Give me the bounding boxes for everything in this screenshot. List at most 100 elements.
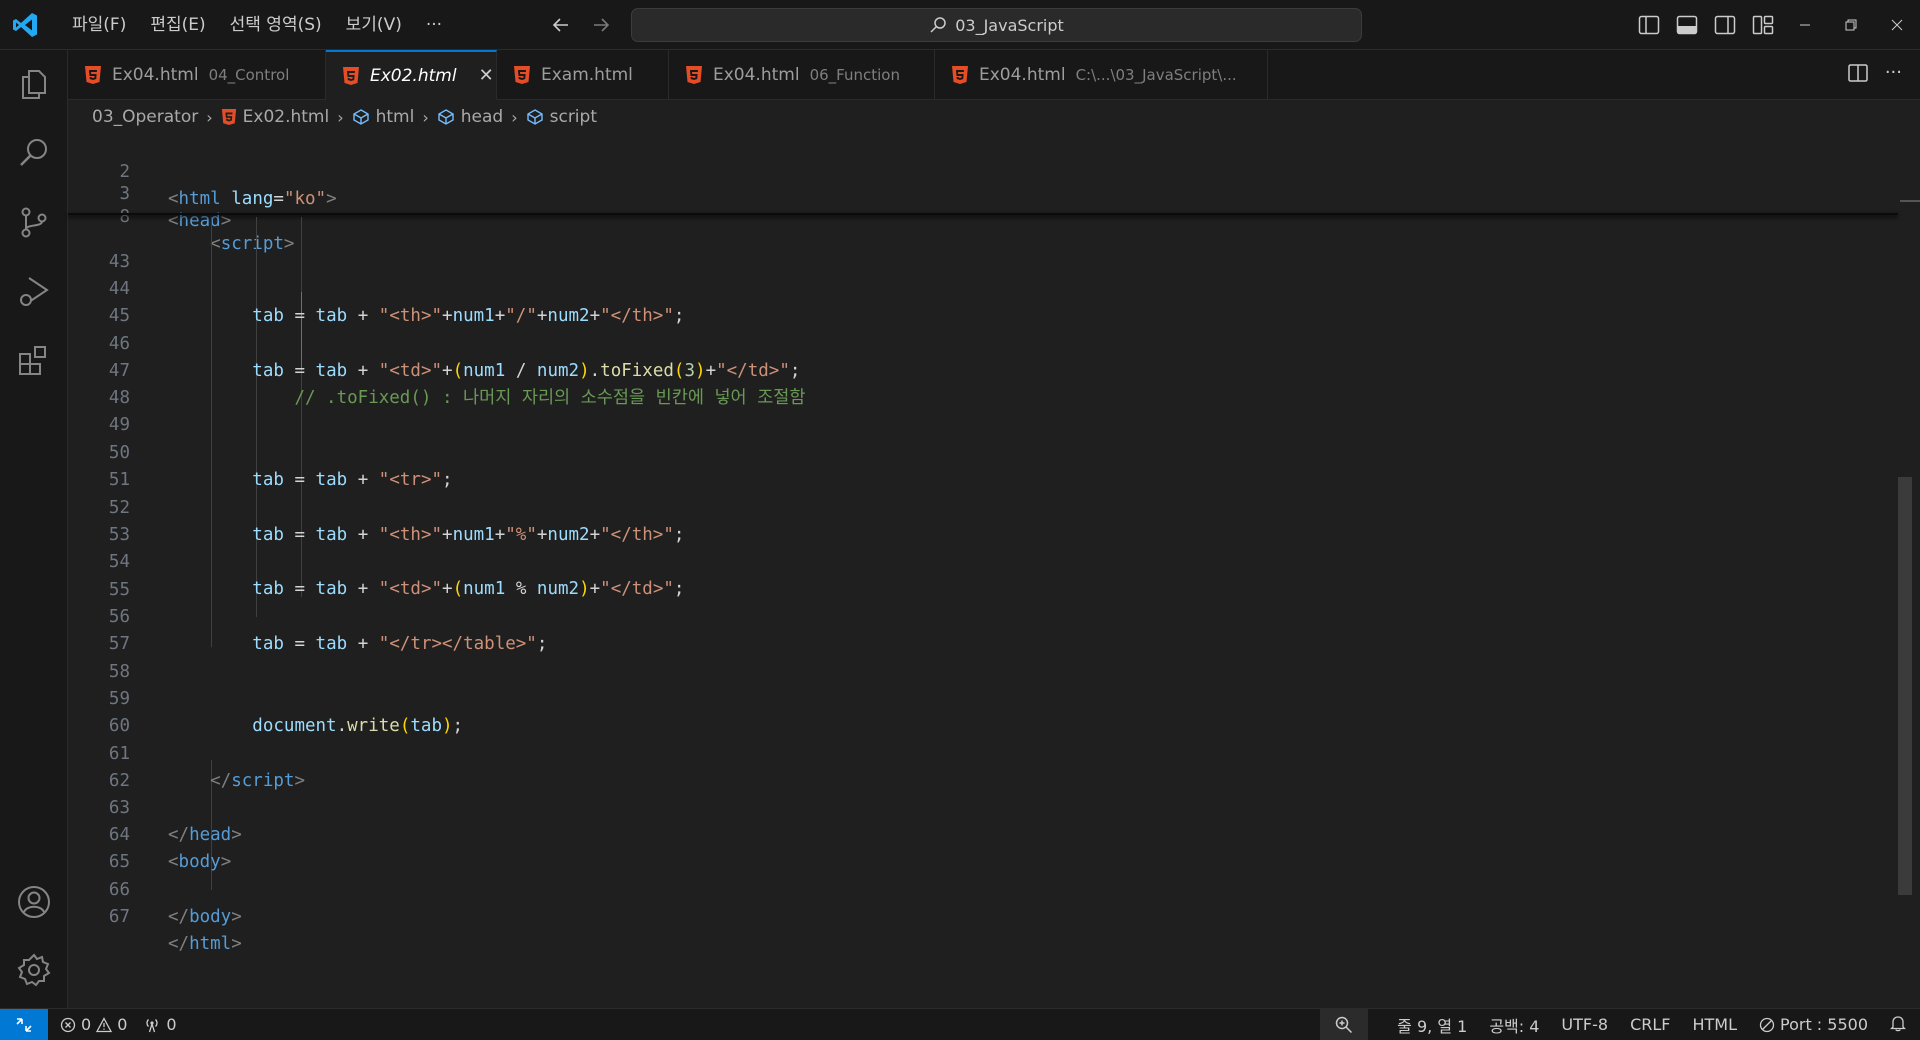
command-center-search[interactable]: 03_JavaScript <box>631 8 1362 42</box>
tab-ex04-function[interactable]: Ex04.html 06_Function <box>669 50 935 100</box>
html-file-icon <box>686 66 702 84</box>
explorer-icon[interactable] <box>14 64 54 104</box>
minimize-icon[interactable] <box>1782 0 1828 50</box>
code-line[interactable]: 49 <box>68 385 1898 435</box>
tab-filename: Ex04.html <box>979 65 1066 85</box>
run-debug-icon[interactable] <box>14 271 54 311</box>
navigation-arrows <box>548 12 614 38</box>
code-line[interactable]: 48 <box>68 358 1898 408</box>
broadcast-icon <box>146 1018 159 1032</box>
extensions-icon[interactable] <box>14 340 54 380</box>
tab-description: 04_Control <box>208 66 290 84</box>
toggle-panel-icon[interactable] <box>1674 12 1700 38</box>
code-line[interactable]: 55 <box>68 550 1898 600</box>
breadcrumb-html-label: html <box>375 107 415 127</box>
code-line[interactable]: 58 <box>68 632 1898 682</box>
code-line[interactable]: 63 </head> <box>68 768 1898 845</box>
ports-count: 0 <box>166 1015 177 1034</box>
tab-ex04-control[interactable]: Ex04.html 04_Control <box>68 50 326 100</box>
language-mode[interactable]: HTML <box>1692 1015 1737 1034</box>
line-number: 67 <box>108 907 130 927</box>
breadcrumb-script[interactable]: script <box>526 107 597 127</box>
chevron-right-icon: › <box>206 107 213 127</box>
code-line[interactable]: 61 </script> <box>68 714 1898 791</box>
vscode-logo-icon[interactable] <box>10 10 40 40</box>
code-line[interactable]: 52 tab = tab + "<th>"+num1+"%"+num2+"</t… <box>68 468 1898 545</box>
tab-filename: Exam.html <box>541 65 633 85</box>
code-line[interactable]: 66 </body> <box>68 850 1898 927</box>
encoding[interactable]: UTF-8 <box>1561 1015 1608 1034</box>
vertical-scrollbar[interactable] <box>1898 132 1912 1008</box>
code-line[interactable]: 44 tab = tab + "<th>"+num1+"/"+num2+"</t… <box>68 249 1898 326</box>
close-window-icon[interactable] <box>1874 0 1920 50</box>
code-line[interactable]: 67 </html> <box>68 877 1898 954</box>
code-line[interactable]: 53 <box>68 495 1898 545</box>
cursor-position[interactable]: 줄 9, 열 1 <box>1397 1013 1467 1037</box>
code-line[interactable]: 45 <box>68 276 1898 326</box>
code-editor[interactable]: 2 <html lang="ko"> 3 <head> 8 <script> 4… <box>68 132 1920 1008</box>
zoom-indicator[interactable] <box>1320 1009 1368 1040</box>
status-right: 줄 9, 열 1 공백: 4 UTF-8 CRLF HTML Port : 55… <box>1397 1009 1907 1040</box>
ports-indicator[interactable]: 0 <box>143 1015 177 1034</box>
menu-more[interactable]: ··· <box>414 9 454 41</box>
breadcrumb-file-label: Ex02.html <box>242 107 330 127</box>
code-line[interactable]: 47 // .toFixed() : 나머지 자리의 소수점을 빈칸에 넣어 조… <box>68 331 1898 408</box>
back-arrow-icon[interactable] <box>548 12 574 38</box>
settings-gear-icon[interactable] <box>14 950 54 990</box>
status-left: 0 0 0 <box>60 1009 177 1040</box>
html-file-icon <box>952 66 968 84</box>
code-line[interactable]: 64 <body> <box>68 795 1898 872</box>
tab-exam[interactable]: Exam.html <box>497 50 669 100</box>
tab-ex02-active[interactable]: Ex02.html ✕ <box>326 50 497 100</box>
more-actions-icon[interactable]: ··· <box>1885 62 1902 88</box>
menu-bar: 파일(F) 편집(E) 선택 영역(S) 보기(V) ··· <box>60 0 454 50</box>
window-controls <box>1782 0 1920 50</box>
split-editor-icon[interactable] <box>1847 62 1869 88</box>
code-line[interactable]: 57 <box>68 604 1898 654</box>
live-server-port[interactable]: Port : 5500 <box>1759 1015 1868 1034</box>
accounts-icon[interactable] <box>14 882 54 922</box>
status-bar: 0 0 0 줄 9, 열 1 공백: 4 UTF-8 CRLF HTML Por… <box>0 1008 1920 1040</box>
toggle-secondary-sidebar-icon[interactable] <box>1712 12 1738 38</box>
end-of-line[interactable]: CRLF <box>1630 1015 1670 1034</box>
remote-indicator-icon[interactable] <box>0 1009 48 1040</box>
code-text: </body> <box>168 907 242 927</box>
menu-edit[interactable]: 편집(E) <box>138 9 217 41</box>
code-line[interactable]: 50 tab = tab + "<tr>"; <box>68 413 1898 490</box>
breadcrumb-head[interactable]: head <box>437 107 503 127</box>
tab-filename: Ex04.html <box>112 65 199 85</box>
notifications-bell-icon[interactable] <box>1889 1014 1907 1036</box>
code-line[interactable]: 60 <box>68 686 1898 736</box>
code-line[interactable]: 46 tab = tab + "<td>"+(num1 / num2).toFi… <box>68 304 1898 381</box>
indentation[interactable]: 공백: 4 <box>1489 1013 1539 1037</box>
toggle-primary-sidebar-icon[interactable] <box>1636 12 1662 38</box>
search-sidebar-icon[interactable] <box>14 133 54 173</box>
customize-layout-icon[interactable] <box>1750 12 1776 38</box>
breadcrumb-file[interactable]: Ex02.html <box>221 107 330 127</box>
code-line[interactable]: 59 document.write(tab); <box>68 659 1898 736</box>
symbol-element-icon <box>438 109 454 125</box>
tab-actions: ··· <box>1847 62 1902 88</box>
code-line[interactable]: 51 <box>68 440 1898 490</box>
search-text: 03_JavaScript <box>955 15 1064 35</box>
html-file-icon <box>85 66 101 84</box>
sticky-line[interactable]: 8 <script> <box>68 177 1898 254</box>
breadcrumb-folder[interactable]: 03_Operator <box>92 107 198 127</box>
code-line[interactable]: 54 tab = tab + "<td>"+(num1 % num2)+"</t… <box>68 522 1898 599</box>
source-control-icon[interactable] <box>14 202 54 242</box>
menu-file[interactable]: 파일(F) <box>60 9 138 41</box>
title-bar: 파일(F) 편집(E) 선택 영역(S) 보기(V) ··· 03_JavaSc… <box>0 0 1920 50</box>
menu-selection[interactable]: 선택 영역(S) <box>218 9 334 41</box>
code-line[interactable]: 43 <box>68 222 1898 272</box>
code-line[interactable]: 56 tab = tab + "</tr></table>"; <box>68 577 1898 654</box>
restore-icon[interactable] <box>1828 0 1874 50</box>
menu-view[interactable]: 보기(V) <box>334 9 414 41</box>
problems-indicator[interactable]: 0 0 <box>60 1015 127 1034</box>
breadcrumb-html[interactable]: html <box>352 107 415 127</box>
close-tab-icon[interactable]: ✕ <box>479 65 494 86</box>
scrollbar-thumb[interactable] <box>1898 477 1912 895</box>
code-line[interactable]: 65 <box>68 822 1898 872</box>
code-line[interactable]: 62 <box>68 741 1898 791</box>
forward-arrow-icon[interactable] <box>588 12 614 38</box>
tab-ex04-javascript[interactable]: Ex04.html C:\...\03_JavaScript\... <box>935 50 1268 100</box>
